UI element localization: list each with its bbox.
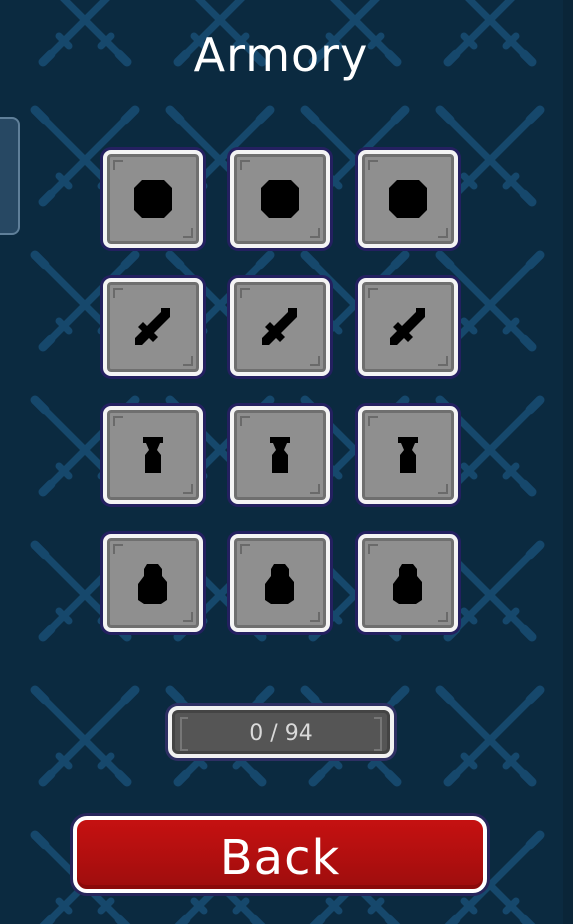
armory-slot-3[interactable] [358, 150, 458, 248]
armory-slot-8[interactable] [230, 406, 330, 504]
back-button[interactable]: Back [73, 816, 487, 893]
collection-count-text: 0 / 94 [249, 721, 313, 746]
armor-icon [143, 437, 163, 473]
armory-slot-5[interactable] [230, 278, 330, 376]
armor-icon [270, 437, 290, 473]
round-helmet-icon [261, 180, 299, 218]
armory-slot-6[interactable] [358, 278, 458, 376]
armory-slot-2[interactable] [230, 150, 330, 248]
pouch-icon [138, 564, 167, 604]
pouch-icon [393, 564, 422, 604]
round-helmet-icon [134, 180, 172, 218]
page-title: Armory [193, 28, 369, 82]
back-button-label: Back [219, 830, 341, 886]
round-helmet-icon [389, 180, 427, 218]
armory-slot-11[interactable] [230, 534, 330, 632]
sword-icon [135, 308, 170, 345]
pouch-icon [265, 564, 294, 604]
right-edge-strip [563, 0, 573, 924]
side-tab[interactable] [0, 117, 20, 235]
armory-slot-9[interactable] [358, 406, 458, 504]
armor-icon [398, 437, 418, 473]
armory-slot-4[interactable] [103, 278, 203, 376]
armory-slot-1[interactable] [103, 150, 203, 248]
armory-slot-12[interactable] [358, 534, 458, 632]
armory-slot-7[interactable] [103, 406, 203, 504]
collection-counter: 0 / 94 [168, 706, 394, 758]
armory-slot-10[interactable] [103, 534, 203, 632]
sword-icon [390, 308, 425, 345]
sword-icon [262, 308, 297, 345]
